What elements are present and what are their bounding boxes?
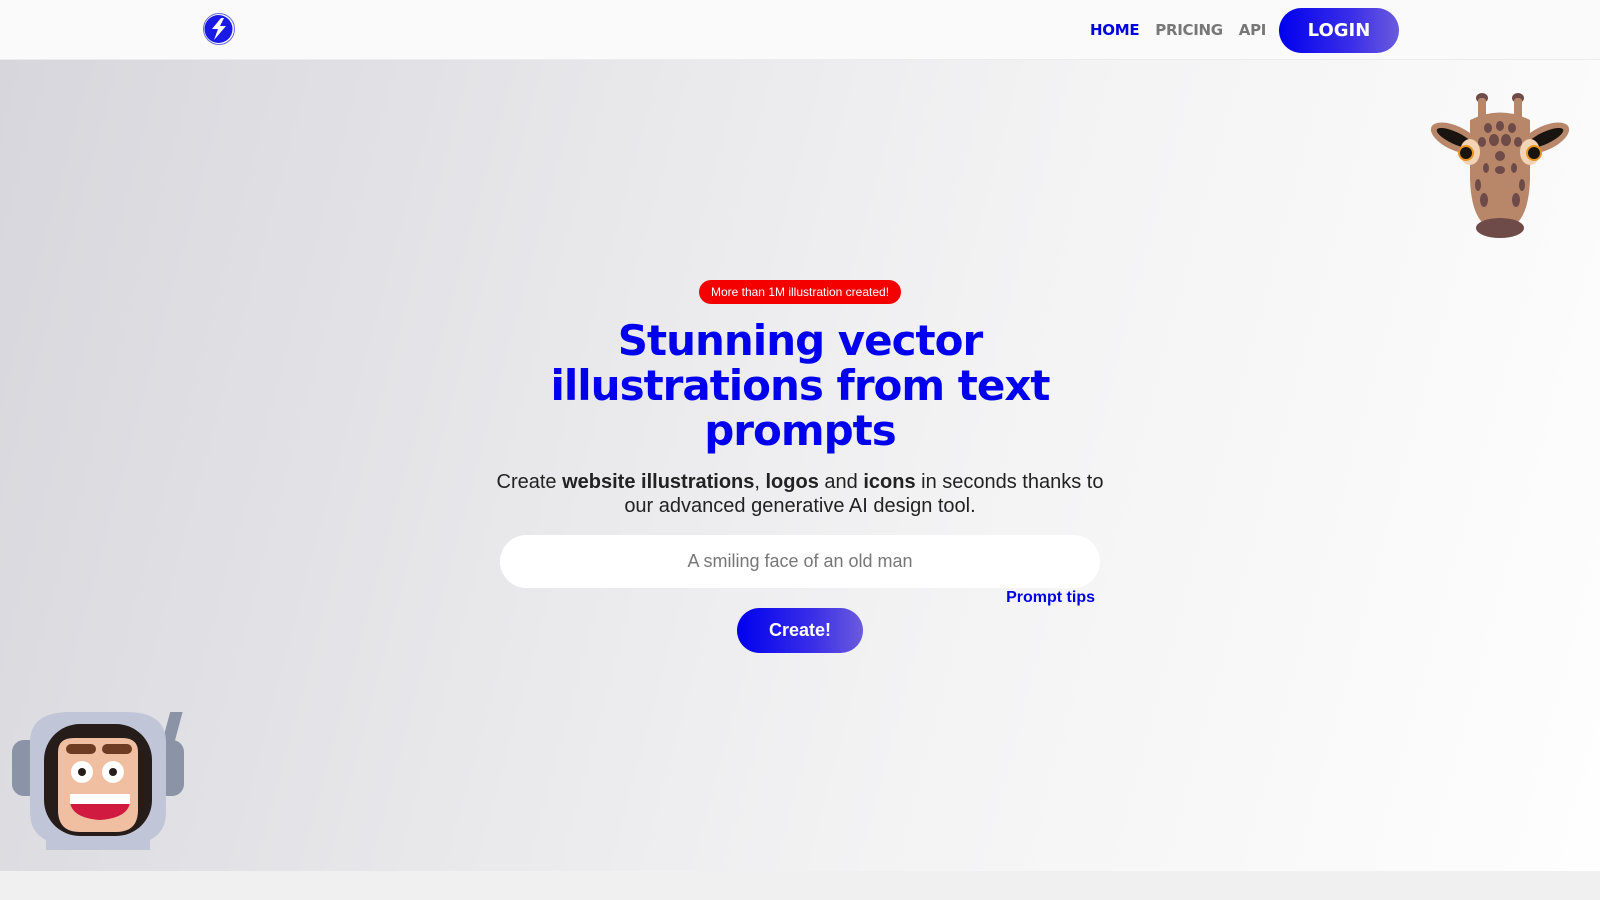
subtitle-prefix: Create (496, 471, 563, 493)
prompt-input[interactable] (500, 535, 1100, 588)
subtitle-term-logos: logos (765, 471, 819, 493)
nav-links: HOME PRICING API (1090, 0, 1282, 60)
lightning-bolt-logo-icon[interactable] (201, 10, 237, 46)
astronaut-face-illustration (12, 712, 184, 850)
subtitle-separator: and (818, 471, 864, 493)
giraffe-head-illustration (1430, 93, 1570, 238)
hero-subtitle: Create website illustrations, logos and … (490, 470, 1110, 518)
subtitle-term-website-illustrations: website illustrations (562, 471, 755, 493)
subtitle-term-icons: icons (863, 471, 916, 493)
nav-link-home[interactable]: HOME (1090, 21, 1140, 39)
nav-link-api[interactable]: API (1239, 21, 1267, 39)
nav-link-pricing[interactable]: PRICING (1155, 21, 1223, 39)
page-title: Stunning vector illustrations from text … (550, 316, 1050, 455)
login-button[interactable]: LOGIN (1279, 8, 1399, 53)
navbar: HOME PRICING API LOGIN (0, 0, 1600, 60)
create-button[interactable]: Create! (737, 608, 863, 653)
hero-section (0, 60, 1600, 871)
subtitle-separator: , (754, 471, 766, 493)
status-badge: More than 1M illustration created! (699, 280, 901, 304)
prompt-tips-link[interactable]: Prompt tips (1000, 589, 1095, 607)
